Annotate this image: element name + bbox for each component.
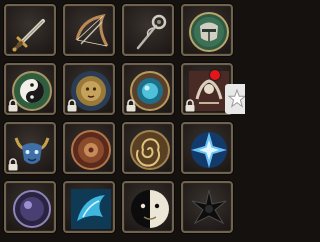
bow-icon — [69, 10, 113, 54]
dark-orb-icon — [10, 187, 54, 231]
helm-shield-icon — [187, 10, 231, 54]
notification-badge — [210, 70, 220, 80]
favorite-tab[interactable] — [225, 84, 247, 114]
ice-wing-icon — [69, 187, 113, 231]
slot-shadow-sigil[interactable] — [181, 181, 233, 233]
shadow-sigil-icon — [187, 187, 231, 231]
lock-icon — [7, 158, 19, 171]
slot-black-white-face[interactable] — [122, 181, 174, 233]
slot-yin-yang[interactable] — [4, 63, 56, 115]
slot-blue-gem[interactable] — [122, 63, 174, 115]
slot-staff[interactable] — [122, 4, 174, 56]
black-white-face-icon — [128, 187, 172, 231]
lock-icon — [66, 99, 78, 112]
sword-icon — [10, 10, 54, 54]
lock-icon — [125, 99, 137, 112]
slot-ice-wing[interactable] — [63, 181, 115, 233]
slot-bow[interactable] — [63, 4, 115, 56]
lock-icon — [7, 99, 19, 112]
slot-sword[interactable] — [4, 4, 56, 56]
slot-golden-lion[interactable] — [63, 63, 115, 115]
slot-ice-crystal[interactable] — [181, 122, 233, 174]
staff-icon — [128, 10, 172, 54]
slot-bronze-medallion[interactable] — [63, 122, 115, 174]
bronze-medallion-icon — [69, 128, 113, 172]
lock-icon — [184, 99, 196, 112]
golden-spiral-icon — [128, 128, 172, 172]
slot-dark-orb[interactable] — [4, 181, 56, 233]
inventory-grid — [0, 0, 247, 242]
slot-horned-mask[interactable] — [4, 122, 56, 174]
slot-helm-shield[interactable] — [181, 4, 233, 56]
slot-golden-spiral[interactable] — [122, 122, 174, 174]
star-icon — [225, 88, 247, 118]
ice-crystal-icon — [187, 128, 231, 172]
